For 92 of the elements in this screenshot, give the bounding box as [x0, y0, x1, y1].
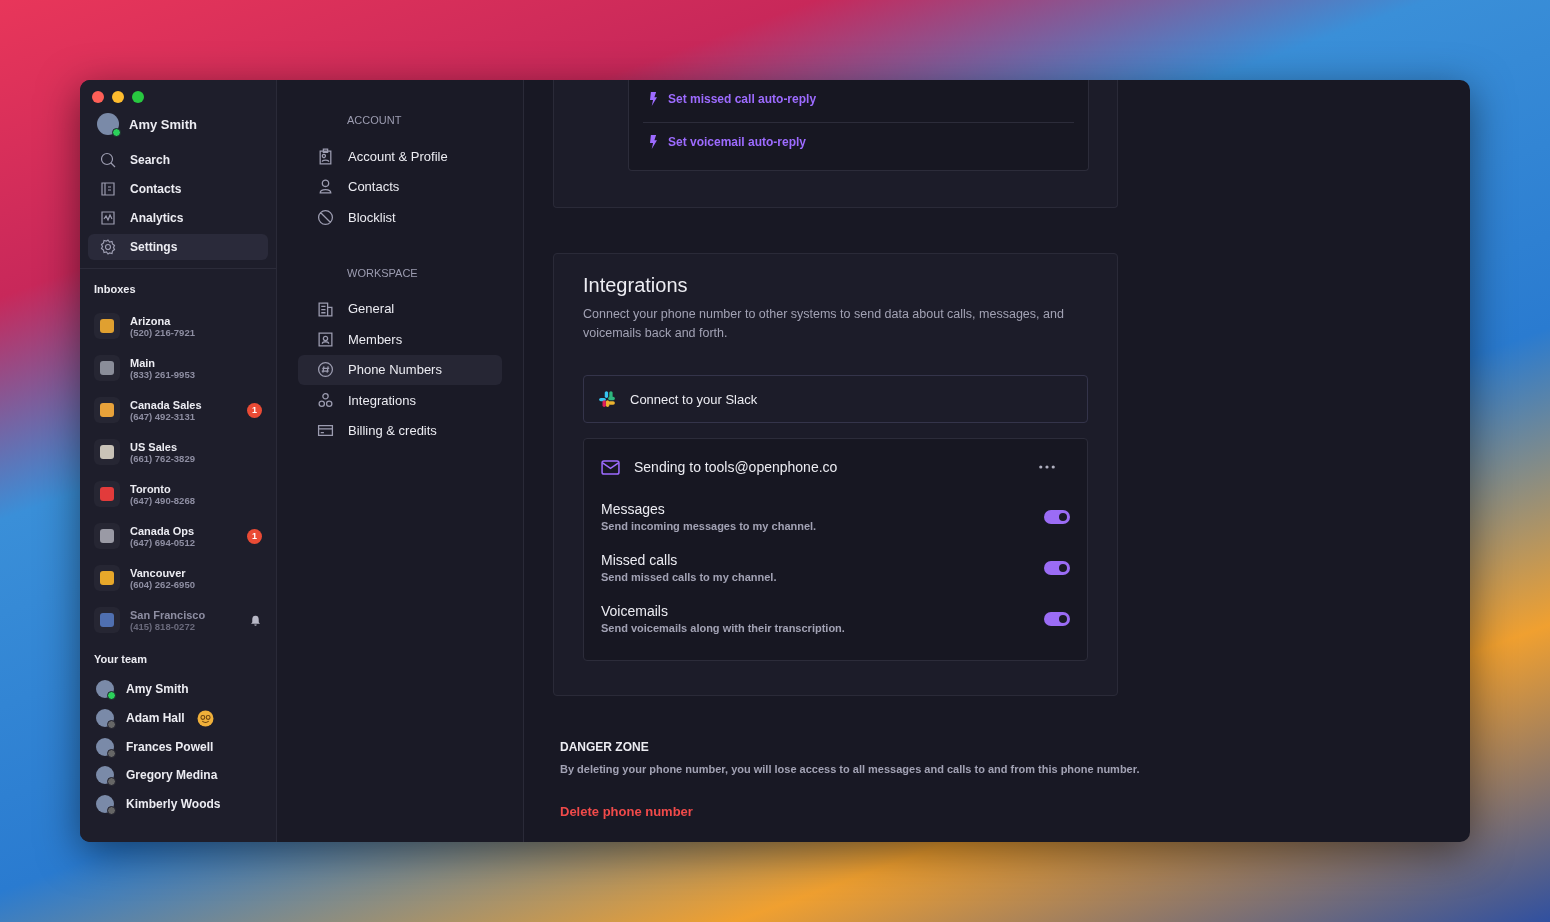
settings-nav-item[interactable]: Phone Numbers — [298, 354, 502, 385]
inbox-icon — [94, 397, 120, 423]
settings-section-heading: WORKSPACE — [346, 266, 419, 279]
settings-nav-item[interactable]: Blocklist — [298, 202, 502, 233]
more-icon[interactable] — [1039, 465, 1055, 469]
nav-item[interactable]: Search — [88, 147, 268, 173]
section-description: Connect your phone number to other systems to send data about calls, messages, and voicemails back and forth. — [583, 306, 1065, 342]
search-icon — [100, 152, 116, 168]
block-icon — [317, 208, 334, 226]
settings-nav-item[interactable]: Account & Profile — [298, 141, 502, 172]
nav-item[interactable]: Settings — [88, 234, 268, 260]
phone-number: (647) 492-3131 — [130, 410, 196, 422]
inbox-icon — [94, 439, 120, 465]
close-button[interactable] — [92, 91, 104, 103]
inbox-name[interactable]: Vancouver — [130, 566, 262, 579]
settings-nav-item[interactable]: Members — [298, 324, 502, 355]
inbox-name[interactable]: Arizona — [130, 314, 262, 327]
option-description: Send incoming messages to my channel. — [601, 520, 818, 532]
hash-icon — [317, 361, 334, 379]
inbox-name[interactable]: San Francisco — [130, 608, 239, 621]
option-title: Missed calls — [601, 552, 679, 568]
inbox-icon — [94, 607, 120, 633]
slack-logo-icon — [598, 390, 616, 408]
section-heading: Inboxes — [93, 283, 137, 295]
unread-count: 1 — [247, 402, 262, 418]
unread-count: 1 — [247, 528, 262, 544]
danger-zone-title: DANGER ZONE — [560, 740, 650, 754]
person-icon — [317, 178, 334, 196]
mail-icon — [601, 459, 620, 475]
member-avatar — [96, 795, 114, 814]
inbox-icon — [94, 523, 120, 549]
integration-title: Sending to tools@openphone.co — [634, 459, 839, 475]
user-avatar[interactable] — [97, 113, 119, 135]
settings-section-heading: ACCOUNT — [346, 114, 403, 126]
phone-number: (604) 262-6950 — [130, 578, 196, 590]
phone-number: (647) 490-8268 — [130, 494, 196, 506]
settings-nav-item[interactable]: Integrations — [298, 385, 502, 416]
minimize-button[interactable] — [112, 91, 124, 103]
building-icon — [317, 300, 334, 318]
phone-number: (661) 762-3829 — [130, 452, 196, 464]
section-heading: Your team — [93, 653, 148, 665]
option-description: Send voicemails along with their transcription. — [601, 622, 846, 634]
phone-number: (647) 694-0512 — [130, 536, 196, 548]
settings-nav-item[interactable]: General — [298, 293, 502, 324]
inbox-name[interactable]: Main — [130, 356, 262, 369]
delete-phone-number-link[interactable]: Delete phone number — [560, 804, 693, 819]
phone-number: (520) 216-7921 — [130, 326, 196, 338]
option-description: Send missed calls to my channel. — [601, 571, 778, 583]
badge-icon — [317, 147, 334, 165]
inbox-name[interactable]: Canada Ops — [130, 524, 237, 537]
circles-icon — [317, 391, 334, 409]
member-avatar — [96, 709, 114, 728]
members-icon — [317, 330, 334, 348]
inbox-name[interactable]: Toronto — [130, 482, 262, 495]
toggle-switch[interactable] — [1044, 509, 1070, 524]
lightning-icon — [649, 92, 658, 106]
phone-number: (833) 261-9953 — [130, 368, 196, 380]
danger-zone-description: By deleting your phone number, you will lose access to all messages and calls to and from this phone number. — [560, 763, 1141, 775]
settings-icon — [100, 239, 116, 255]
member-avatar — [96, 737, 114, 756]
auto-reply-link[interactable]: Set missed call auto-reply — [649, 92, 817, 106]
inbox-icon — [94, 313, 120, 339]
toggle-switch[interactable] — [1044, 611, 1070, 626]
option-title: Voicemails — [601, 603, 669, 619]
connect-slack-button[interactable]: Connect to your Slack — [583, 375, 1088, 423]
nav-item[interactable]: Contacts — [88, 176, 268, 202]
inbox-icon — [94, 481, 120, 507]
auto-reply-link[interactable]: Set voicemail auto-reply — [649, 135, 807, 149]
zoom-button[interactable] — [132, 91, 144, 103]
member-name[interactable]: Adam Hall — [126, 711, 185, 726]
contacts-icon — [100, 181, 116, 197]
settings-nav-item[interactable]: Billing & credits — [298, 415, 502, 446]
inbox-icon — [94, 565, 120, 591]
member-name[interactable]: Frances Powell — [126, 739, 214, 754]
inbox-name[interactable]: US Sales — [130, 440, 262, 453]
user-name[interactable]: Amy Smith — [129, 116, 197, 132]
settings-nav-item[interactable]: Contacts — [298, 171, 502, 202]
member-name[interactable]: Amy Smith — [126, 682, 189, 697]
phone-number: (415) 818-0272 — [130, 620, 196, 632]
member-avatar — [96, 766, 114, 785]
option-title: Messages — [601, 501, 666, 517]
member-name[interactable]: Kimberly Woods — [126, 797, 221, 812]
muted-bell-icon — [249, 613, 262, 627]
lightning-icon — [649, 135, 658, 149]
inbox-icon — [94, 355, 120, 381]
toggle-switch[interactable] — [1044, 560, 1070, 575]
inbox-name[interactable]: Canada Sales — [130, 398, 237, 411]
section-title: Integrations — [583, 274, 689, 297]
member-name[interactable]: Gregory Medina — [126, 768, 218, 783]
nav-item[interactable]: Analytics — [88, 205, 268, 231]
analytics-icon — [100, 210, 116, 226]
member-avatar — [96, 680, 114, 699]
